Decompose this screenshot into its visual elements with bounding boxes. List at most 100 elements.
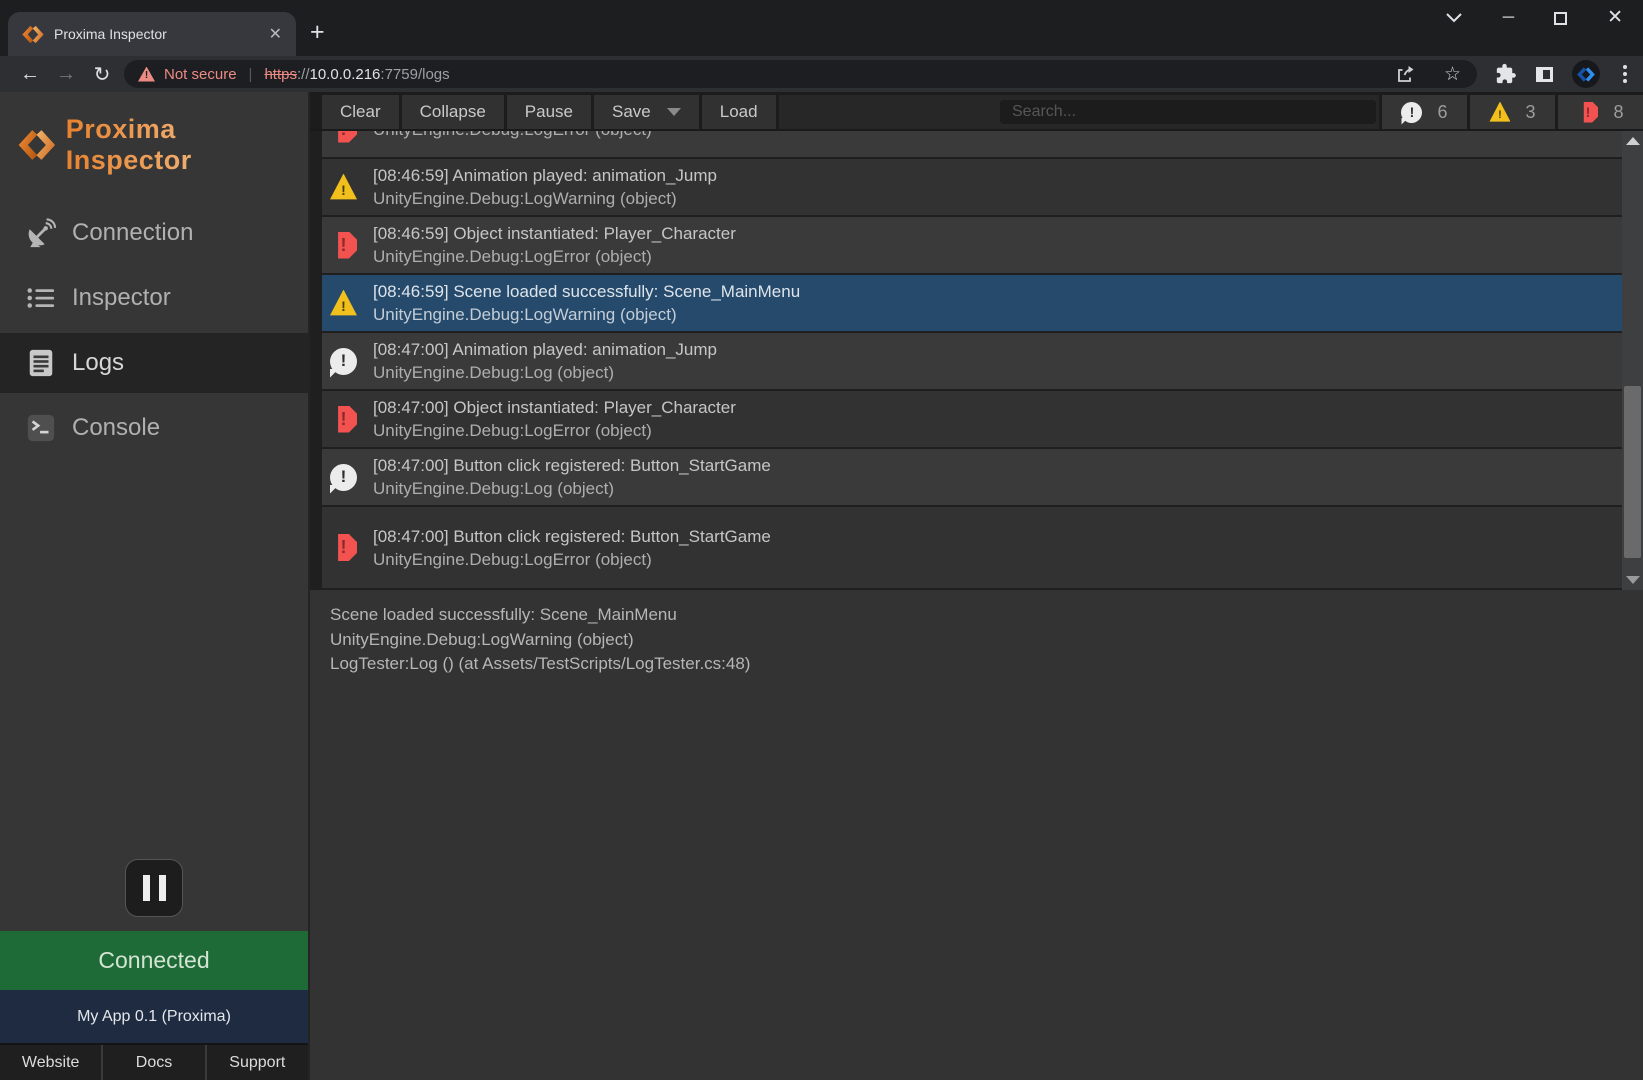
back-icon[interactable]: ← — [12, 63, 48, 86]
sidebar-item-label: Console — [72, 414, 160, 442]
bookmark-star-icon[interactable]: ☆ — [1444, 63, 1461, 86]
tab-title: Proxima Inspector — [54, 26, 269, 42]
sidebar-item-inspector[interactable]: Inspector — [0, 268, 308, 328]
new-tab-button[interactable]: + — [310, 20, 325, 44]
info-count: 6 — [1437, 102, 1447, 123]
footer-link-docs[interactable]: Docs — [101, 1045, 204, 1080]
log-list: !UnityEngine.Debug:LogError (object)![08… — [310, 131, 1622, 590]
log-stack: UnityEngine.Debug:LogWarning (object) — [373, 187, 717, 210]
omnibox-separator: | — [249, 66, 253, 83]
tab-search-chevron-icon[interactable] — [1445, 12, 1463, 24]
pause-button[interactable]: Pause — [507, 95, 594, 129]
browser-tab[interactable]: Proxima Inspector ✕ — [8, 12, 296, 56]
log-message: [08:47:00] Button click registered: Butt… — [373, 454, 771, 477]
pause-stream-button[interactable] — [125, 859, 183, 917]
load-button[interactable]: Load — [702, 95, 779, 129]
error-icon: ! — [330, 534, 357, 561]
url-text[interactable]: https://10.0.0.216:7759/logs — [264, 66, 449, 83]
error-icon: ! — [330, 131, 357, 143]
scroll-up-arrow-icon[interactable] — [1626, 137, 1640, 145]
error-count-filter[interactable]: ! 8 — [1555, 95, 1643, 129]
not-secure-label[interactable]: Not secure — [164, 66, 237, 83]
log-detail-pane: Scene loaded successfully: Scene_MainMen… — [310, 590, 1643, 1080]
log-row[interactable]: ! [08:47:00] Object instantiated: Player_… — [322, 391, 1622, 449]
sidebar-footer: Website Docs Support — [0, 1043, 308, 1080]
scroll-down-arrow-icon[interactable] — [1626, 576, 1640, 584]
address-bar[interactable]: ! Not secure | https://10.0.0.216:7759/l… — [124, 60, 1477, 88]
tab-close-icon[interactable]: ✕ — [269, 24, 282, 44]
save-button[interactable]: Save — [594, 95, 702, 129]
error-icon: ! — [330, 232, 357, 259]
app-logo: Proxima Inspector — [0, 92, 308, 182]
sidebar-item-label: Inspector — [72, 284, 171, 312]
log-message: [08:46:59] Scene loaded successfully: Sc… — [373, 280, 800, 303]
forward-icon[interactable]: → — [48, 63, 84, 86]
search-input[interactable] — [1000, 100, 1376, 124]
profile-avatar[interactable] — [1572, 60, 1600, 88]
detail-line: LogTester:Log () (at Assets/TestScripts/… — [330, 652, 1623, 677]
log-message: [08:47:00] Object instantiated: Player_C… — [373, 396, 736, 419]
error-icon: ! — [1577, 102, 1598, 123]
log-stack: UnityEngine.Debug:LogWarning (object) — [373, 303, 800, 326]
footer-link-website[interactable]: Website — [0, 1045, 101, 1080]
collapse-button[interactable]: Collapse — [402, 95, 507, 129]
sidebar-item-label: Connection — [72, 219, 193, 247]
sidebar-item-console[interactable]: Console — [0, 398, 308, 458]
connection-status-badge: Connected — [0, 931, 308, 990]
window-controls: ─ ✕ — [1445, 8, 1623, 28]
log-stack: UnityEngine.Debug:Log (object) — [373, 477, 771, 500]
log-row[interactable]: !UnityEngine.Debug:LogError (object) — [322, 131, 1622, 159]
warning-count-filter[interactable]: ! 3 — [1467, 95, 1555, 129]
document-icon — [26, 348, 56, 378]
reload-icon[interactable]: ↻ — [84, 62, 120, 87]
footer-link-support[interactable]: Support — [205, 1045, 308, 1080]
log-stack: UnityEngine.Debug:LogError (object) — [373, 419, 736, 442]
clear-button[interactable]: Clear — [310, 95, 402, 129]
browser-window: Proxima Inspector ✕ + ─ ✕ ← → ↻ ! Not se… — [0, 0, 1643, 1080]
avatar-logo-icon — [1577, 66, 1595, 83]
side-panel-icon[interactable] — [1536, 67, 1553, 82]
save-dropdown-caret-icon[interactable] — [667, 108, 681, 116]
share-icon[interactable] — [1395, 64, 1416, 84]
sidebar-item-logs[interactable]: Logs — [0, 333, 308, 393]
log-row[interactable]: ! [08:47:00] Button click registered: But… — [322, 507, 1622, 590]
log-message: [08:46:59] Object instantiated: Player_C… — [373, 222, 736, 245]
log-row[interactable]: ![08:47:00] Button click registered: But… — [322, 449, 1622, 507]
close-icon[interactable]: ✕ — [1607, 8, 1623, 28]
proxima-logo-icon — [18, 127, 56, 163]
info-icon: ! — [330, 348, 357, 375]
detail-line: UnityEngine.Debug:LogWarning (object) — [330, 628, 1623, 653]
sidebar-item-connection[interactable]: Connection — [0, 203, 308, 263]
logs-toolbar: Clear Collapse Pause Save Load ! 6 ! 3 — [310, 92, 1643, 131]
maximize-icon[interactable] — [1554, 12, 1567, 25]
warning-icon: ! — [330, 174, 357, 201]
warning-icon: ! — [330, 290, 357, 317]
not-secure-warning-icon[interactable]: ! — [138, 67, 155, 82]
log-stack: UnityEngine.Debug:LogError (object) — [373, 245, 736, 268]
minimize-icon[interactable]: ─ — [1503, 8, 1514, 28]
log-row[interactable]: ! [08:47:00] Animation played: animation_… — [322, 333, 1622, 391]
log-row[interactable]: ! [08:46:59] Animation played: animation_… — [322, 159, 1622, 217]
sidebar: Proxima Inspector Connection — [0, 92, 310, 1080]
proxima-favicon-icon — [22, 24, 44, 45]
browser-menu-icon[interactable] — [1619, 65, 1631, 83]
log-row[interactable]: ! [08:46:59] Object instantiated: Player_… — [322, 217, 1622, 275]
detail-line: Scene loaded successfully: Scene_MainMen… — [330, 603, 1623, 628]
app-info-bar: My App 0.1 (Proxima) — [0, 990, 308, 1043]
log-stack: UnityEngine.Debug:Log (object) — [373, 361, 717, 384]
browser-titlebar: Proxima Inspector ✕ + ─ ✕ — [0, 0, 1643, 56]
log-message: [08:46:59] Animation played: animation_J… — [373, 164, 717, 187]
log-stack: UnityEngine.Debug:LogError (object) — [373, 548, 771, 571]
pause-icon — [143, 875, 150, 901]
log-scrollbar[interactable] — [1622, 131, 1643, 590]
extensions-puzzle-icon[interactable] — [1495, 63, 1517, 85]
logs-page: Clear Collapse Pause Save Load ! 6 ! 3 — [310, 92, 1643, 1080]
log-message: [08:47:00] Animation played: animation_J… — [373, 338, 717, 361]
error-icon: ! — [330, 406, 357, 433]
satellite-icon — [26, 218, 56, 248]
scrollbar-thumb[interactable] — [1624, 386, 1641, 558]
log-row[interactable]: ! [08:46:59] Scene loaded successfully: S… — [322, 275, 1622, 333]
info-count-filter[interactable]: ! 6 — [1379, 95, 1467, 129]
log-message: [08:47:00] Button click registered: Butt… — [373, 525, 771, 548]
warning-count: 3 — [1525, 102, 1535, 123]
